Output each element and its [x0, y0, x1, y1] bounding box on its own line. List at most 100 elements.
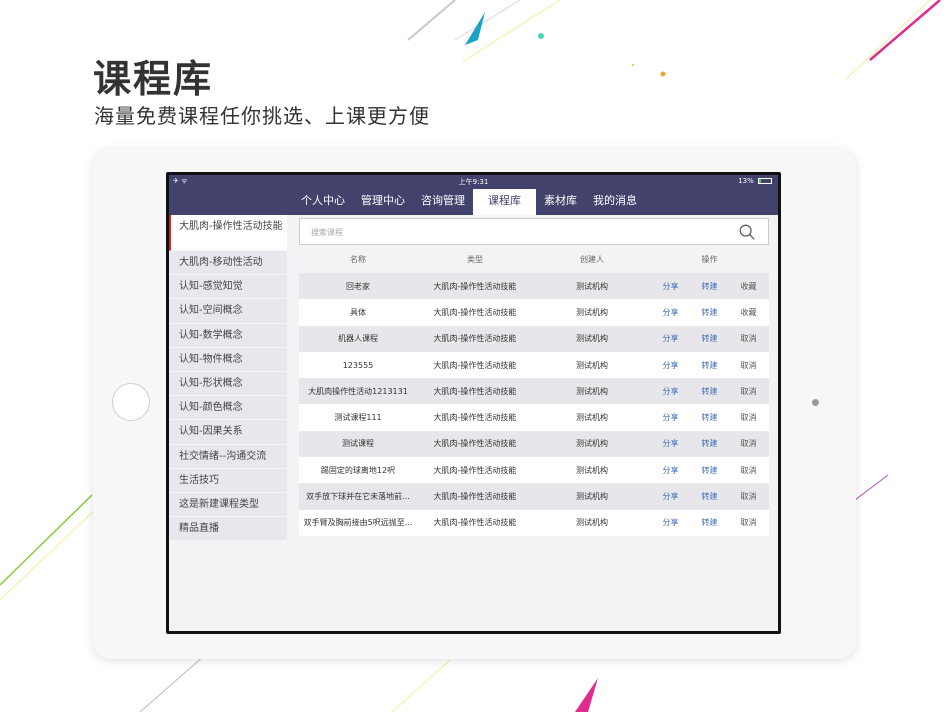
course-name-cell: 123555 [342, 360, 374, 370]
collect-toggle-link[interactable]: 取消 [729, 386, 768, 397]
top-navigation-bar: ✈ ᯤ 上午9:31 13% 个人中心 管理中心 咨询管理 课程库 素材库 我的… [169, 175, 778, 215]
sidebar-item-color-concept[interactable]: 认知-颜色概念 [169, 396, 287, 421]
course-name-cell: 踢固定的球离地12呎 [320, 465, 396, 475]
table-row[interactable]: 回老家 大肌肉-操作性活动技能 测试机构 分享 转建 收藏 [299, 273, 769, 300]
collect-toggle-link[interactable]: 取消 [729, 412, 768, 423]
sidebar-item-life-skills[interactable]: 生活技巧 [169, 469, 287, 493]
course-type-cell: 大肌肉-操作性活动技能 [433, 281, 517, 291]
convert-link[interactable]: 转建 [690, 386, 729, 397]
course-type-cell: 大肌肉-操作性活动技能 [433, 413, 517, 423]
table-row[interactable]: 测试课程 大肌肉-操作性活动技能 测试机构 分享 转建 取消 [299, 430, 769, 458]
course-type-cell: 大肌肉-操作性活动技能 [433, 465, 517, 475]
search-placeholder: 搜索课程 [311, 228, 343, 237]
share-link[interactable]: 分享 [651, 465, 690, 476]
course-creator-cell: 测试机构 [576, 465, 608, 475]
table-row[interactable]: 双手放下球并在它未落地前... 大肌肉-操作性活动技能 测试机构 分享 转建 取消 [299, 483, 769, 510]
course-type-cell: 大肌肉-操作性活动技能 [433, 386, 517, 396]
tab-materials[interactable]: 素材库 [536, 189, 585, 215]
tab-consultation[interactable]: 咨询管理 [413, 189, 473, 215]
convert-link[interactable]: 转建 [690, 412, 729, 423]
convert-link[interactable]: 转建 [690, 517, 729, 528]
search-input[interactable]: 搜索课程 [299, 218, 769, 245]
page-headline: 课程库 [93, 57, 214, 101]
header-operations: 操作 [701, 254, 718, 264]
collect-toggle-link[interactable]: 取消 [729, 491, 768, 502]
course-name-cell: 大肌肉操作性活动1213131 [308, 386, 408, 396]
sidebar-item-math-concept[interactable]: 认知-数学概念 [169, 324, 287, 348]
share-link[interactable]: 分享 [651, 281, 690, 292]
collect-toggle-link[interactable]: 收藏 [729, 307, 768, 318]
course-creator-cell: 测试机构 [576, 307, 608, 317]
app-window: ✈ ᯤ 上午9:31 13% 个人中心 管理中心 咨询管理 课程库 素材库 我的… [169, 175, 778, 631]
course-creator-cell: 测试机构 [576, 518, 608, 528]
course-type-cell: 大肌肉-操作性活动技能 [433, 334, 517, 344]
tab-management-center[interactable]: 管理中心 [353, 189, 413, 215]
share-link[interactable]: 分享 [651, 438, 690, 449]
sidebar-item-sensory-perception[interactable]: 认知-感觉知觉 [169, 275, 287, 300]
share-link[interactable]: 分享 [651, 491, 690, 502]
tab-my-messages[interactable]: 我的消息 [585, 189, 645, 215]
search-icon[interactable] [738, 223, 756, 241]
convert-link[interactable]: 转建 [690, 465, 729, 476]
collect-toggle-link[interactable]: 取消 [729, 333, 768, 344]
sidebar-item-live-premium[interactable]: 精品直播 [169, 517, 287, 542]
header-type: 类型 [467, 254, 483, 264]
convert-link[interactable]: 转建 [690, 307, 729, 318]
course-type-cell: 大肌肉-操作性活动技能 [433, 439, 517, 449]
sidebar-item-gross-motor-manipulative[interactable]: 大肌肉-操作性活动技能 [169, 215, 287, 251]
sidebar-item-new-course-type[interactable]: 这是新建课程类型 [169, 493, 287, 518]
sidebar-item-object-concept[interactable]: 认知-物件概念 [169, 348, 287, 372]
convert-link[interactable]: 转建 [690, 360, 729, 371]
table-row[interactable]: 测试课程111 大肌肉-操作性活动技能 测试机构 分享 转建 取消 [299, 404, 769, 431]
share-link[interactable]: 分享 [651, 360, 690, 371]
share-link[interactable]: 分享 [651, 333, 690, 344]
table-row[interactable]: 双手臂及胸前接由5呎远抛至... 大肌肉-操作性活动技能 测试机构 分享 转建 取消 [299, 509, 769, 536]
convert-link[interactable]: 转建 [690, 333, 729, 344]
table-row[interactable]: 123555 大肌肉-操作性活动技能 测试机构 分享 转建 取消 [299, 351, 769, 379]
course-type-cell: 大肌肉-操作性活动技能 [433, 307, 517, 317]
battery-indicator: 13% [738, 177, 772, 185]
course-name-cell: 回老家 [346, 281, 370, 291]
share-link[interactable]: 分享 [651, 517, 690, 528]
header-creator: 创建人 [580, 254, 604, 264]
course-creator-cell: 测试机构 [576, 334, 608, 344]
table-row[interactable]: 大肌肉操作性活动1213131 大肌肉-操作性活动技能 测试机构 分享 转建 取消 [299, 378, 769, 405]
camera-dot [812, 399, 819, 406]
course-name-cell: 测试课程 [342, 439, 374, 449]
course-name-cell: 具体 [350, 307, 366, 317]
tab-personal-center[interactable]: 个人中心 [293, 189, 353, 215]
course-type-cell: 大肌肉-操作性活动技能 [433, 518, 517, 528]
course-name-cell: 双手放下球并在它未落地前... [306, 492, 410, 502]
convert-link[interactable]: 转建 [690, 491, 729, 502]
sidebar-item-social-communication[interactable]: 社交情绪--沟通交流 [169, 445, 287, 469]
convert-link[interactable]: 转建 [690, 281, 729, 292]
sidebar-item-gross-motor-locomotor[interactable]: 大肌肉-移动性活动 [169, 251, 287, 276]
status-time: 上午9:31 [458, 178, 489, 186]
tablet-screen: ✈ ᯤ 上午9:31 13% 个人中心 管理中心 咨询管理 课程库 素材库 我的… [166, 172, 781, 634]
sidebar-item-shape-concept[interactable]: 认知-形状概念 [169, 372, 287, 397]
table-row[interactable]: 具体 大肌肉-操作性活动技能 测试机构 分享 转建 收藏 [299, 299, 769, 326]
course-creator-cell: 测试机构 [576, 386, 608, 396]
collect-toggle-link[interactable]: 收藏 [729, 281, 768, 292]
course-creator-cell: 测试机构 [576, 413, 608, 423]
collect-toggle-link[interactable]: 取消 [729, 360, 768, 371]
share-link[interactable]: 分享 [651, 412, 690, 423]
sidebar-item-cause-effect[interactable]: 认知-因果关系 [169, 420, 287, 445]
collect-toggle-link[interactable]: 取消 [729, 517, 768, 528]
convert-link[interactable]: 转建 [690, 438, 729, 449]
share-link[interactable]: 分享 [651, 307, 690, 318]
table-row[interactable]: 机器人课程 大肌肉-操作性活动技能 测试机构 分享 转建 取消 [299, 325, 769, 352]
collect-toggle-link[interactable]: 取消 [729, 465, 768, 476]
course-name-cell: 机器人课程 [338, 334, 378, 344]
home-button[interactable] [112, 383, 150, 421]
sidebar-item-spatial-concept[interactable]: 认知-空间概念 [169, 299, 287, 324]
tab-course-library[interactable]: 课程库 [473, 189, 536, 215]
share-link[interactable]: 分享 [651, 386, 690, 397]
page-subheadline: 海量免费课程任你挑选、上课更方便 [94, 104, 430, 128]
course-creator-cell: 测试机构 [576, 281, 608, 291]
course-list-panel: 搜索课程 名称 类型 创建人 操作 回老家 大肌肉-操作性活动技能 测试机构 分享 转建… [299, 218, 769, 536]
table-row[interactable]: 踢固定的球离地12呎 大肌肉-操作性活动技能 测试机构 分享 转建 取消 [299, 457, 769, 484]
battery-percent: 13% [738, 177, 754, 185]
category-sidebar: 大肌肉-操作性活动技能 大肌肉-移动性活动 认知-感觉知觉 认知-空间概念 认知… [169, 215, 287, 542]
collect-toggle-link[interactable]: 取消 [729, 438, 768, 449]
